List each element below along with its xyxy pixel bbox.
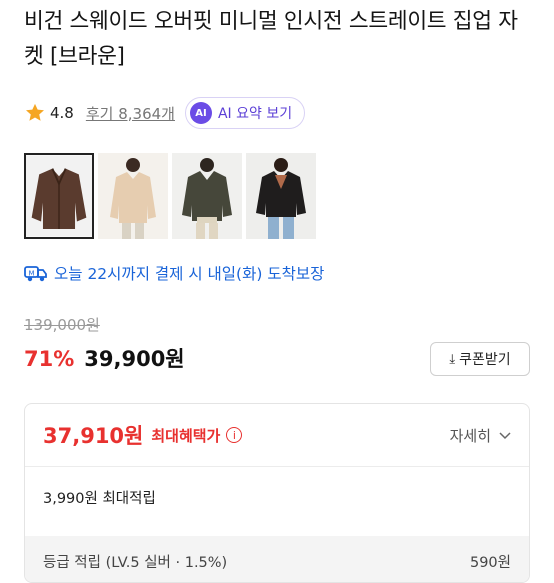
review-count-link[interactable]: 후기 8,364개: [86, 103, 175, 124]
thumb-black-jacket[interactable]: [246, 153, 316, 239]
chevron-down-icon: [499, 432, 511, 440]
best-price: 37,910원: [43, 424, 144, 448]
thumb-brown-jacket[interactable]: [24, 153, 94, 239]
rating-value: 4.8: [50, 104, 74, 122]
ai-summary-label: AI 요약 보기: [217, 106, 293, 122]
black-jacket-image: [246, 153, 316, 239]
star-icon: [26, 103, 44, 121]
svg-text:M: M: [28, 270, 34, 278]
delivery-text: 오늘 22시까지 결제 시 내일(화) 도착보장: [54, 265, 325, 283]
thumb-khaki-jacket[interactable]: [172, 153, 242, 239]
best-price-row: 37,910원 최대혜택가 i 자세히: [25, 404, 529, 467]
coupon-label: 쿠폰받기: [459, 352, 511, 368]
price-row: 71% 39,900원: [24, 343, 185, 373]
coupon-button[interactable]: ⤓ 쿠폰받기: [430, 342, 530, 376]
grade-points-row: 등급 적립 (LV.5 실버 · 1.5%) 590원: [25, 536, 529, 582]
truck-icon: M: [24, 266, 47, 282]
benefit-box: 37,910원 최대혜택가 i 자세히 3,990원 최대적립 등급 적립 (L…: [24, 403, 530, 583]
ai-summary-button[interactable]: AI AI 요약 보기: [184, 97, 306, 129]
ai-icon: AI: [189, 102, 212, 124]
beige-jacket-image: [98, 153, 168, 239]
brown-jacket-image: [26, 155, 92, 237]
download-icon: ⤓: [449, 351, 456, 367]
khaki-jacket-image: [172, 153, 242, 239]
product-title: 비건 스웨이드 오버핏 미니멀 인시전 스트레이트 집업 자켓 [브라운]: [24, 9, 518, 69]
best-price-label: 최대혜택가: [151, 426, 221, 445]
product-detail: 비건 스웨이드 오버핏 미니멀 인시전 스트레이트 집업 자켓 [브라운] 4.…: [0, 0, 554, 583]
delivery-guarantee: M 오늘 22시까지 결제 시 내일(화) 도착보장: [24, 262, 324, 284]
original-price: 139,000원: [24, 316, 100, 334]
max-points-row: 3,990원 최대적립: [43, 490, 156, 507]
info-icon[interactable]: i: [226, 427, 243, 443]
rating-row: 4.8 후기 8,364개 AI AI 요약 보기: [24, 97, 306, 129]
detail-label: 자세히: [449, 426, 491, 445]
sale-price: 39,900원: [84, 347, 185, 371]
detail-toggle[interactable]: 자세히: [450, 425, 511, 446]
thumbnail-strip: [24, 153, 316, 239]
thumb-beige-jacket[interactable]: [98, 153, 168, 239]
discount-rate: 71%: [24, 347, 75, 371]
